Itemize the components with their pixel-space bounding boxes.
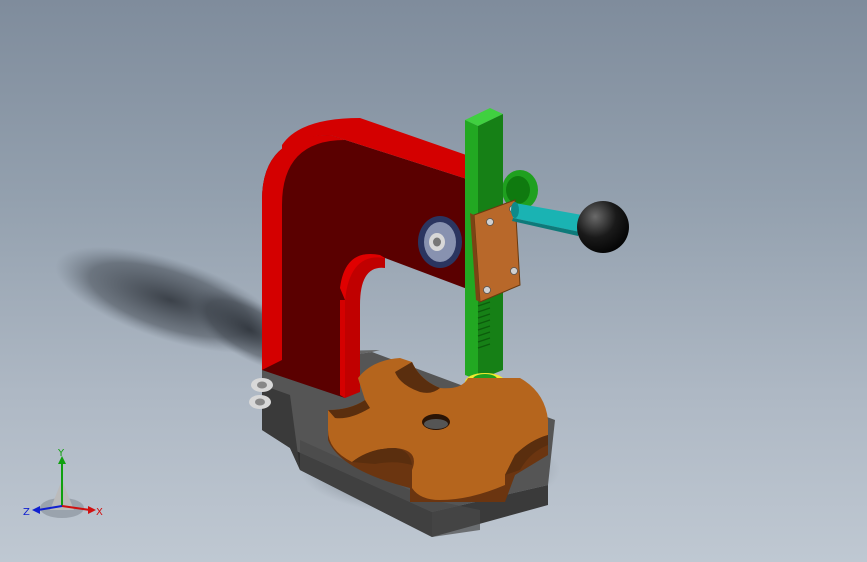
x-arrow-icon [88,506,96,514]
x-axis-label: X [96,507,103,518]
press-handle[interactable] [511,202,582,236]
handle-knob[interactable] [577,201,629,253]
pivot-boss [418,216,462,268]
coordinate-triad[interactable]: Y X Z [22,448,108,528]
z-arrow-icon [32,506,40,514]
cad-viewport[interactable]: Y X Z [0,0,867,562]
z-axis-label: Z [23,507,30,518]
arbor-press-model[interactable] [0,0,867,562]
y-axis-label: Y [57,448,65,459]
